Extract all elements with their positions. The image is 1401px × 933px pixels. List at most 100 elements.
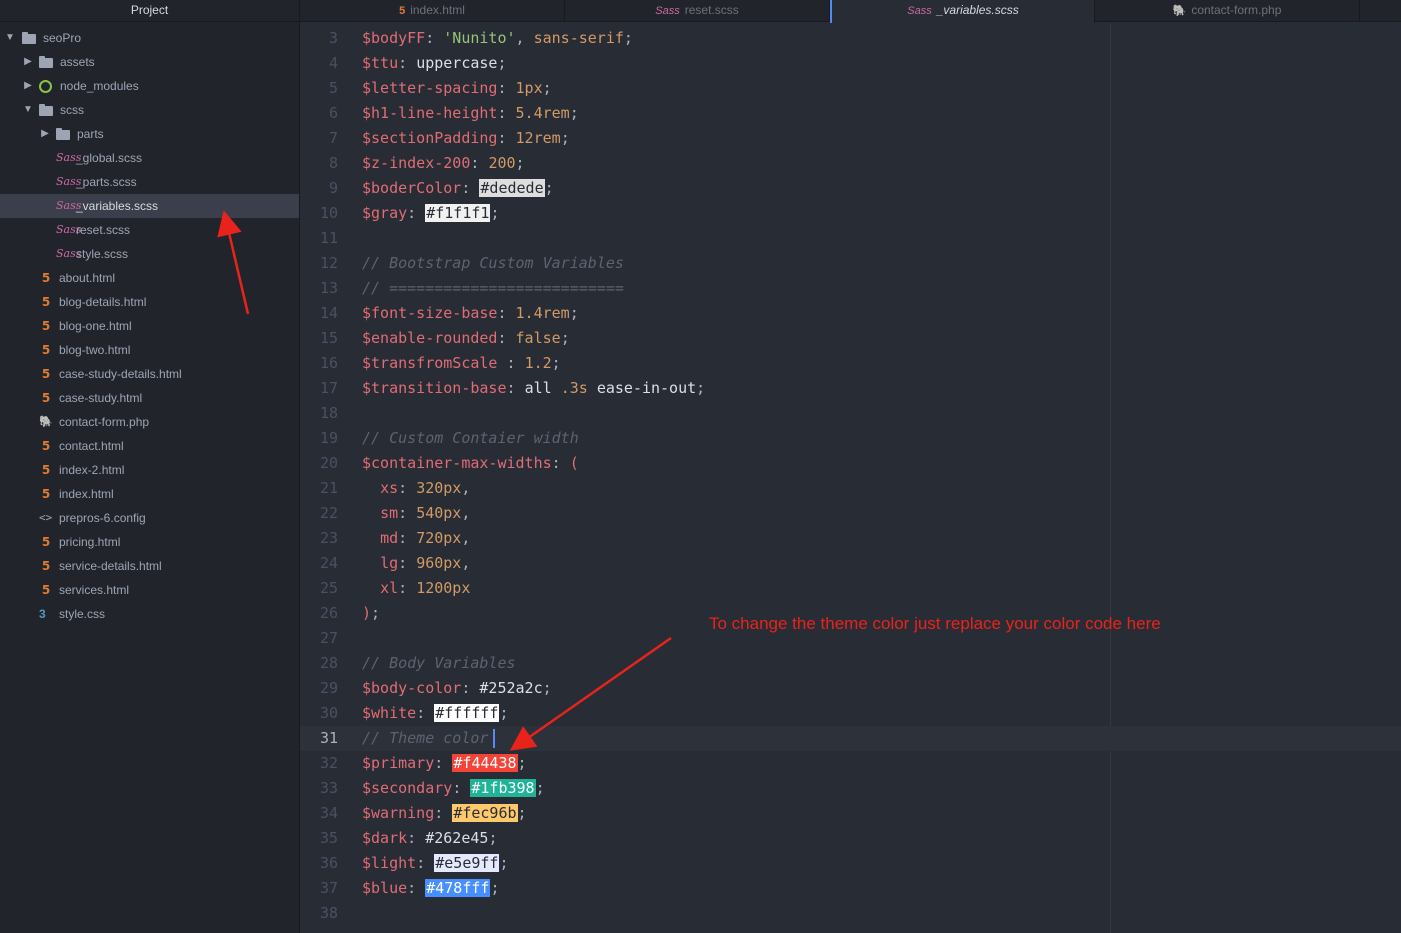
tree-item[interactable]: ▶ assets <box>0 50 299 74</box>
code-text: $z-index-200: 200; <box>362 151 525 176</box>
code-token: ; <box>517 754 527 772</box>
code-line[interactable]: 10 $gray: #f1f1f1; <box>300 201 1401 226</box>
code-text: sm: 540px, <box>362 501 470 526</box>
tree-item[interactable]: 5 about.html <box>0 266 299 290</box>
code-line[interactable]: 32 $primary: #f44438; <box>300 751 1401 776</box>
code-text: $enable-rounded: false; <box>362 326 570 351</box>
code-line[interactable]: 30 $white: #ffffff; <box>300 701 1401 726</box>
tree-item-label: scss <box>60 103 84 117</box>
tree-item[interactable]: <> prepros-6.config <box>0 506 299 530</box>
code-token: 1px <box>515 79 543 97</box>
color-swatch: #478fff <box>425 879 491 897</box>
code-line[interactable]: 35 $dark: #262e45; <box>300 826 1401 851</box>
code-line[interactable]: 12 // Bootstrap Custom Variables <box>300 251 1401 276</box>
code-text: $h1-line-height: 5.4rem; <box>362 101 579 126</box>
code-line[interactable]: 8 $z-index-200: 200; <box>300 151 1401 176</box>
tree-item[interactable]: 5 index.html <box>0 482 299 506</box>
tree-item[interactable]: 5 case-study-details.html <box>0 362 299 386</box>
code-line[interactable]: 7 $sectionPadding: 12rem; <box>300 126 1401 151</box>
tree-item[interactable]: Sass _variables.scss <box>0 194 299 218</box>
code-line[interactable]: 29 $body-color: #252a2c; <box>300 676 1401 701</box>
tree-item[interactable]: Sass _global.scss <box>0 146 299 170</box>
code-line[interactable]: 37 $blue: #478fff; <box>300 876 1401 901</box>
tree-item[interactable]: Sass reset.scss <box>0 218 299 242</box>
code-line[interactable]: 11 <box>300 226 1401 251</box>
line-number: 34 <box>319 804 338 822</box>
code-token: // Theme color <box>362 729 489 747</box>
tree-item[interactable]: 5 services.html <box>0 578 299 602</box>
code-editor[interactable]: 3 $bodyFF: 'Nunito', sans-serif; 4 $ttu: up… <box>300 23 1401 933</box>
code-line[interactable]: 3 $bodyFF: 'Nunito', sans-serif; <box>300 26 1401 51</box>
code-token: $transition-base <box>362 379 507 397</box>
code-token: 1.2 <box>524 354 552 372</box>
code-text: // Custom Contaier width <box>362 426 579 451</box>
tree-item[interactable]: 5 blog-two.html <box>0 338 299 362</box>
tree-item-label: style.css <box>59 607 106 621</box>
tab-contact-form-php[interactable]: 🐘 contact-form.php <box>1095 0 1360 22</box>
code-token: $body-color <box>362 679 462 697</box>
code-line[interactable]: 15 $enable-rounded: false; <box>300 326 1401 351</box>
code-line[interactable]: 9 $boderColor: #dedede; <box>300 176 1401 201</box>
tab--variables-scss[interactable]: Sass _variables.scss <box>830 0 1095 23</box>
tree-item[interactable]: 5 blog-details.html <box>0 290 299 314</box>
tree-item[interactable]: 5 index-2.html <box>0 458 299 482</box>
code-token: , <box>461 504 471 522</box>
code-token: : <box>398 54 417 72</box>
code-line[interactable]: 20 $container-max-widths: ( <box>300 451 1401 476</box>
code-line[interactable]: 34 $warning: #fec96b; <box>300 801 1401 826</box>
line-number: 38 <box>319 904 338 922</box>
code-line[interactable]: 14 $font-size-base: 1.4rem; <box>300 301 1401 326</box>
code-line[interactable]: 25 xl: 1200px <box>300 576 1401 601</box>
code-line[interactable]: 38 <box>300 901 1401 926</box>
tree-root[interactable]: ▼ seoPro <box>0 26 299 50</box>
code-line[interactable]: 4 $ttu: uppercase; <box>300 51 1401 76</box>
code-line[interactable]: 17 $transition-base: all .3s ease-in-out; <box>300 376 1401 401</box>
tree-item[interactable]: ▶ parts <box>0 122 299 146</box>
code-text: lg: 960px, <box>362 551 470 576</box>
tree-item[interactable]: 3 style.css <box>0 602 299 626</box>
tab-index-html[interactable]: 5 index.html <box>300 0 565 22</box>
tree-item[interactable]: Sass style.scss <box>0 242 299 266</box>
code-line[interactable]: 16 $transfromScale : 1.2; <box>300 351 1401 376</box>
tree-item[interactable]: 5 pricing.html <box>0 530 299 554</box>
tree-item[interactable]: Sass _parts.scss <box>0 170 299 194</box>
line-number: 36 <box>319 854 338 872</box>
tree-item[interactable]: 5 case-study.html <box>0 386 299 410</box>
code-token: 200 <box>488 154 516 172</box>
code-line[interactable]: 24 lg: 960px, <box>300 551 1401 576</box>
line-number: 13 <box>319 279 338 297</box>
code-token: 'Nunito' <box>443 29 516 47</box>
code-line[interactable]: 13 // ========================== <box>300 276 1401 301</box>
code-text: $transition-base: all .3s ease-in-out; <box>362 376 705 401</box>
html5-icon: 5 <box>41 319 51 333</box>
tab-reset-scss[interactable]: Sass reset.scss <box>565 0 830 22</box>
code-line[interactable]: 5 $letter-spacing: 1px; <box>300 76 1401 101</box>
tree-item[interactable]: 🐘 contact-form.php <box>0 410 299 434</box>
html5-icon: 5 <box>41 367 51 381</box>
code-line[interactable]: 18 <box>300 401 1401 426</box>
tree-item[interactable]: ▼ scss <box>0 98 299 122</box>
code-token: ; <box>623 29 633 47</box>
code-line[interactable]: 19 // Custom Contaier width <box>300 426 1401 451</box>
tree-item[interactable]: 5 blog-one.html <box>0 314 299 338</box>
code-line[interactable]: 23 md: 720px, <box>300 526 1401 551</box>
code-line[interactable]: 33 $secondary: #1fb398; <box>300 776 1401 801</box>
code-line[interactable]: 28 // Body Variables <box>300 651 1401 676</box>
tree-item[interactable]: ▶ node_modules <box>0 74 299 98</box>
code-line[interactable]: 22 sm: 540px, <box>300 501 1401 526</box>
sass-icon: Sass <box>56 199 82 212</box>
code-line[interactable]: 21 xs: 320px, <box>300 476 1401 501</box>
line-number: 3 <box>328 29 338 47</box>
code-line[interactable]: 6 $h1-line-height: 5.4rem; <box>300 101 1401 126</box>
line-number: 23 <box>319 529 338 547</box>
code-token: : <box>497 304 516 322</box>
code-token: : <box>497 129 516 147</box>
code-line[interactable]: 31 // Theme color <box>300 726 1401 751</box>
tree-item-label: case-study.html <box>59 391 143 405</box>
code-token: #252a2c <box>479 679 543 697</box>
tree-item[interactable]: 5 contact.html <box>0 434 299 458</box>
tree-item[interactable]: 5 service-details.html <box>0 554 299 578</box>
code-line[interactable]: 36 $light: #e5e9ff; <box>300 851 1401 876</box>
